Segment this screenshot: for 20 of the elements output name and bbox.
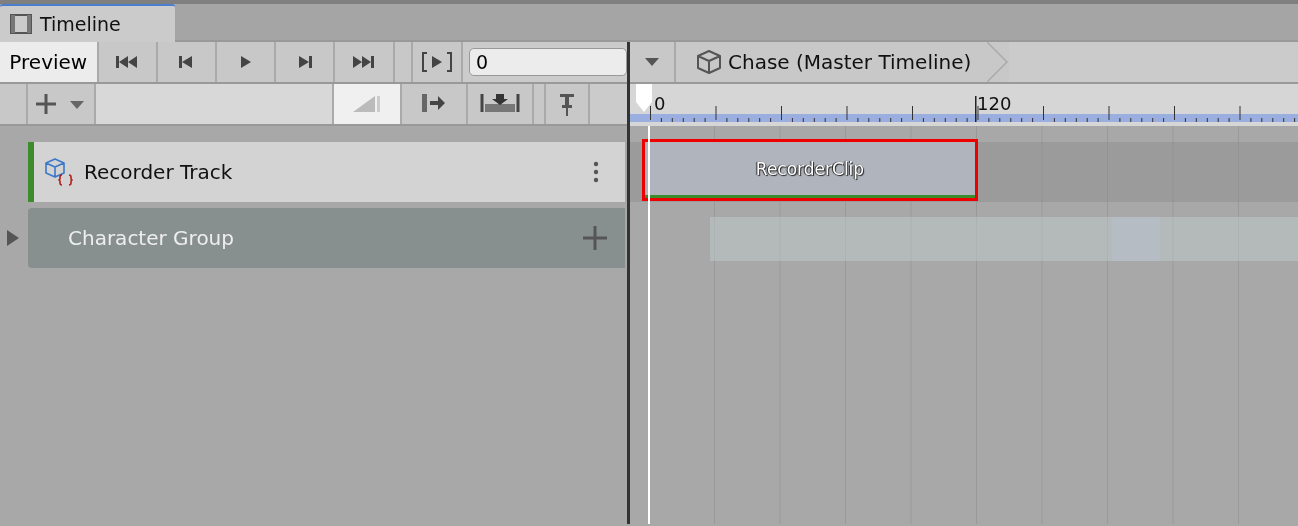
ruler-label: 120: [977, 92, 1012, 116]
frame-field[interactable]: 0: [469, 48, 627, 76]
play-range-icon: [420, 51, 453, 73]
caret-icon: [645, 58, 659, 66]
tab-title: Timeline: [40, 11, 121, 37]
timeline-tab[interactable]: Timeline: [0, 4, 175, 42]
recorder-icon: [44, 157, 74, 187]
more-icon[interactable]: [593, 161, 599, 183]
plus-caret-icon: [36, 93, 86, 115]
playhead-handle[interactable]: [636, 84, 652, 112]
pin-icon: [557, 92, 577, 116]
preview-button[interactable]: Preview: [0, 42, 99, 82]
group-name: Character Group: [68, 225, 235, 252]
breadcrumb-title: Chase (Master Timeline): [728, 49, 972, 76]
expand-arrow-icon[interactable]: [6, 230, 20, 246]
cube-icon: [696, 49, 722, 75]
ruler-label: 0: [654, 92, 666, 116]
track-name: Recorder Track: [84, 159, 234, 186]
track-header[interactable]: Recorder Track: [28, 142, 625, 202]
group-block: [1112, 217, 1160, 261]
